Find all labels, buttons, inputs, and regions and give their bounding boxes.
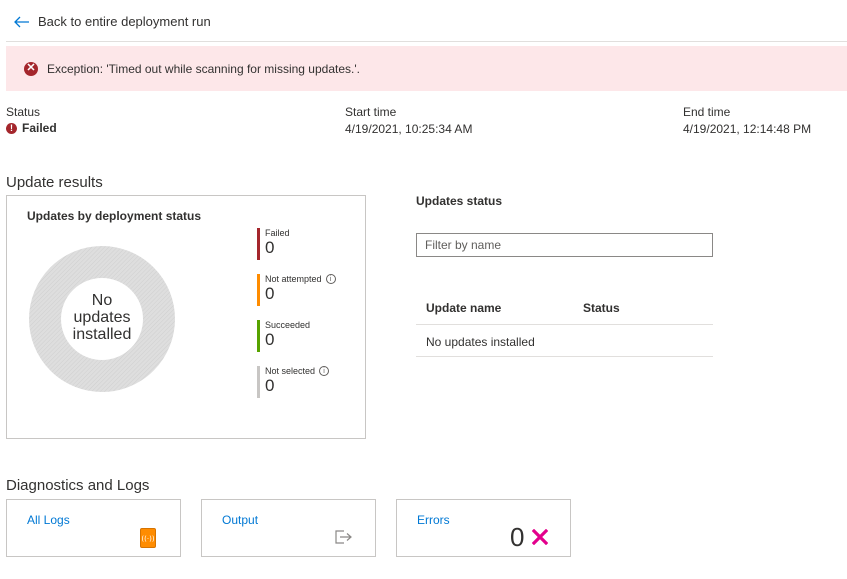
- update-results-title: Update results: [6, 174, 103, 191]
- logs-icon: ((·)): [140, 528, 156, 548]
- svg-text:((·)): ((·)): [141, 535, 154, 543]
- legend-color-bar: [257, 366, 260, 398]
- filter-input[interactable]: [416, 233, 713, 257]
- legend-label-text: Failed: [265, 228, 290, 238]
- legend-label-text: Succeeded: [265, 320, 311, 330]
- error-message: Exception: 'Timed out while scanning for…: [47, 61, 360, 76]
- legend-value: 0: [265, 284, 275, 303]
- column-update-name[interactable]: Update name: [426, 301, 501, 315]
- status-value: ! Failed: [6, 121, 57, 135]
- back-arrow-icon: [14, 16, 30, 28]
- error-circle-icon: ✕: [24, 61, 38, 76]
- table-empty-text: No updates installed: [426, 335, 535, 349]
- start-time-value: 4/19/2021, 10:25:34 AM: [345, 122, 473, 136]
- legend-item: Failed 0: [257, 228, 290, 260]
- output-card[interactable]: Output: [201, 499, 376, 557]
- status-label: Status: [6, 105, 41, 119]
- info-icon[interactable]: i: [319, 366, 330, 376]
- column-status[interactable]: Status: [583, 301, 620, 315]
- all-logs-card[interactable]: All Logs ((·)): [6, 499, 181, 557]
- diagnostics-title: Diagnostics and Logs: [6, 477, 150, 494]
- legend-color-bar: [257, 320, 260, 352]
- error-x-icon: [532, 529, 548, 545]
- end-time-label: End time: [683, 105, 731, 119]
- legend-color-bar: [257, 228, 260, 260]
- output-link[interactable]: Output: [222, 513, 258, 527]
- divider: [6, 41, 847, 42]
- back-link-label: Back to entire deployment run: [38, 14, 211, 29]
- end-time-value: 4/19/2021, 12:14:48 PM: [683, 122, 812, 136]
- donut-center-text: No updates installed: [72, 292, 132, 343]
- legend-label: Succeeded: [265, 320, 310, 330]
- errors-count: 0: [510, 522, 525, 552]
- all-logs-link[interactable]: All Logs: [27, 513, 70, 527]
- legend-item: Succeeded 0: [257, 320, 310, 352]
- legend-item: Not selected i 0: [257, 366, 330, 398]
- error-banner: ✕ Exception: 'Timed out while scanning f…: [6, 46, 847, 91]
- legend-label: Not selected i: [265, 366, 330, 376]
- errors-link[interactable]: Errors: [417, 513, 450, 527]
- legend-color-bar: [257, 274, 260, 306]
- legend-value: 0: [265, 376, 275, 395]
- deployment-status-card: Updates by deployment status No updates …: [6, 195, 366, 439]
- table-header-divider: [416, 324, 713, 325]
- chart-title: Updates by deployment status: [27, 209, 202, 223]
- legend-item: Not attempted i 0: [257, 274, 336, 306]
- updates-status-title: Updates status: [416, 194, 503, 208]
- legend-label: Failed: [265, 228, 290, 238]
- info-icon[interactable]: i: [325, 274, 336, 284]
- legend-label-text: Not selected: [265, 366, 316, 376]
- table-bottom-divider: [416, 356, 713, 357]
- legend-value: 0: [265, 330, 275, 349]
- start-time-label: Start time: [345, 105, 397, 119]
- legend-value: 0: [265, 238, 275, 257]
- errors-card[interactable]: Errors 0: [396, 499, 571, 557]
- legend-label-text: Not attempted: [265, 274, 322, 284]
- legend-label: Not attempted i: [265, 274, 336, 284]
- failed-status-icon: !: [6, 122, 17, 134]
- output-icon: [335, 530, 352, 544]
- status-text: Failed: [22, 121, 57, 135]
- back-link[interactable]: Back to entire deployment run: [14, 14, 211, 29]
